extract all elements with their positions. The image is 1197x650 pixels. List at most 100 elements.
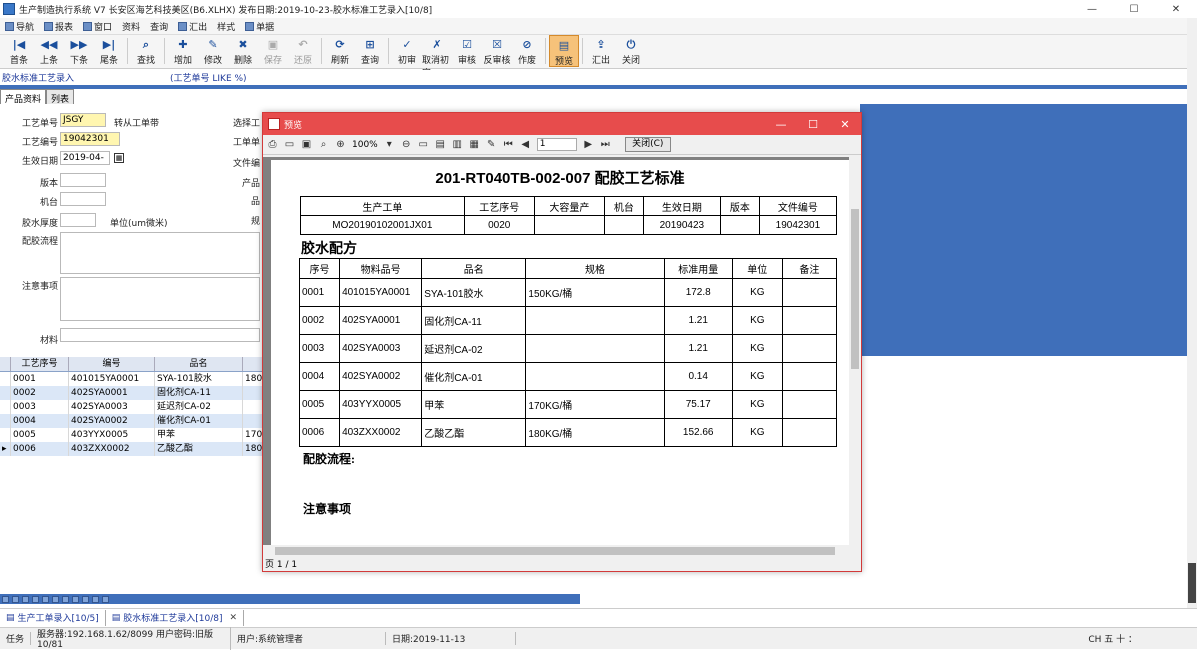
formula-cell-unit: KG: [731, 362, 783, 391]
flow-textarea[interactable]: [60, 232, 260, 274]
note-textarea[interactable]: [60, 277, 260, 321]
main-scrollbar-thumb[interactable]: [1188, 563, 1196, 603]
edit-page-icon[interactable]: ✎: [486, 139, 497, 150]
close-doc-button[interactable]: ⏻ 关闭: [616, 35, 646, 67]
last-record-button[interactable]: ▶| 尾条: [94, 35, 124, 67]
zoom-select[interactable]: 100%: [352, 140, 378, 150]
menu-document[interactable]: 单据: [240, 20, 279, 33]
menu-data[interactable]: 资料: [117, 20, 145, 33]
first-record-button[interactable]: |◀ 首条: [4, 35, 34, 67]
unapprove-button[interactable]: ☒ 反审核: [482, 35, 512, 67]
first-review-button[interactable]: ✓ 初审: [392, 35, 422, 67]
calendar-icon[interactable]: ▦: [114, 153, 124, 163]
undo-button[interactable]: ↶ 还原: [288, 35, 318, 67]
nav-delete-icon[interactable]: [72, 595, 79, 603]
nav-last-icon[interactable]: [52, 595, 59, 603]
tab-list[interactable]: 列表: [46, 89, 75, 105]
close-window-button[interactable]: ✕: [1155, 0, 1197, 18]
page-width-icon[interactable]: ▭: [418, 139, 429, 150]
maximize-button[interactable]: ☐: [1113, 0, 1155, 18]
save-file-icon[interactable]: ▣: [301, 139, 312, 150]
grid-header-extra[interactable]: [243, 357, 263, 371]
edit-button[interactable]: ✎ 修改: [198, 35, 228, 67]
close-tab-icon[interactable]: ✕: [230, 613, 238, 623]
zoom-dropdown-icon[interactable]: ▾: [384, 139, 395, 150]
menu-query[interactable]: 查询: [145, 20, 173, 33]
nav-post-icon[interactable]: [92, 595, 99, 603]
zoom-out-icon[interactable]: ⊖: [401, 139, 412, 150]
table-row[interactable]: 0005 403YYX0005 甲苯 170: [0, 428, 263, 442]
preview-close-button[interactable]: ✕: [829, 113, 861, 135]
refresh-button[interactable]: ⟳ 刷新: [325, 35, 355, 67]
nav-insert-icon[interactable]: [62, 595, 69, 603]
process-no-field[interactable]: JSGY: [60, 113, 106, 127]
grid-header-code[interactable]: 编号: [69, 357, 155, 371]
menu-style[interactable]: 样式: [212, 20, 240, 33]
preview-maximize-button[interactable]: ☐: [797, 113, 829, 135]
table-row[interactable]: 0003 402SYA0003 延迟剂CA-02: [0, 400, 263, 414]
next-record-button[interactable]: ▶▶ 下条: [64, 35, 94, 67]
find-text-icon[interactable]: ⌕: [318, 139, 329, 150]
cancel-first-review-button[interactable]: ✗取消初审: [422, 35, 452, 79]
preview-vscroll-thumb[interactable]: [851, 209, 859, 369]
next-page-icon[interactable]: ▶: [583, 139, 594, 150]
nav-edit-icon[interactable]: [82, 595, 89, 603]
machine-field[interactable]: [60, 192, 106, 206]
table-row[interactable]: 0004 402SYA0002 催化剂CA-01: [0, 414, 263, 428]
add-button[interactable]: ✚ 增加: [168, 35, 198, 67]
process-checkbox-label[interactable]: 转从工单带: [114, 116, 174, 129]
report-header-table: 生产工单 工艺序号 大容量产 机台 生效日期 版本 文件编号 MO20190102001JX…: [300, 196, 838, 235]
nav-first-icon[interactable]: [2, 595, 9, 603]
doc-tab-work-order[interactable]: ▤ 生产工单录入[10/5]: [0, 609, 106, 626]
grid-header-seq[interactable]: 工艺序号: [11, 357, 69, 371]
ime-indicator[interactable]: CH 五 十 ：: [1088, 632, 1197, 645]
find-button[interactable]: ⌕ 查找: [131, 35, 161, 67]
menu-export[interactable]: 汇出: [173, 20, 212, 33]
preview-hscroll[interactable]: [263, 545, 851, 557]
thickness-field[interactable]: [60, 213, 96, 227]
close-preview-button[interactable]: 关闭(C): [624, 137, 671, 152]
save-button[interactable]: ▣ 保存: [258, 35, 288, 67]
doc-tab-glue-standard[interactable]: ▤ 胶水标准工艺录入[10/8] ✕: [106, 609, 245, 626]
minimize-button[interactable]: —: [1071, 0, 1113, 18]
zoom-icon[interactable]: ⊕: [335, 139, 346, 150]
first-page-icon[interactable]: ⏮: [503, 139, 514, 150]
open-icon[interactable]: ▭: [284, 139, 295, 150]
approve-button[interactable]: ☑ 审核: [452, 35, 482, 67]
preview-minimize-button[interactable]: —: [765, 113, 797, 135]
query-button[interactable]: ⊞ 查询: [355, 35, 385, 67]
nav-prev-icon[interactable]: [22, 595, 29, 603]
tab-product-info[interactable]: 产品资料: [0, 89, 47, 105]
one-page-icon[interactable]: ▤: [435, 139, 446, 150]
nav-cancel-icon[interactable]: [102, 595, 109, 603]
effective-date-field[interactable]: 2019-04-23: [60, 151, 110, 165]
menu-window[interactable]: 窗口: [78, 20, 117, 33]
nav-next-page-icon[interactable]: [42, 595, 49, 603]
page-number-input[interactable]: 1: [536, 138, 577, 151]
multi-page-icon[interactable]: ▦: [469, 139, 480, 150]
preview-button[interactable]: ▤ 预览: [549, 35, 579, 67]
export-button[interactable]: ⇪ 汇出: [586, 35, 616, 67]
preview-hscroll-thumb[interactable]: [275, 547, 835, 555]
table-row[interactable]: 0001 401015YA0001 SYA-101胶水 180: [0, 372, 263, 386]
prev-record-button[interactable]: ◀◀ 上条: [34, 35, 64, 67]
version-field[interactable]: [60, 173, 106, 187]
void-button[interactable]: ⊘ 作废: [512, 35, 542, 67]
two-page-icon[interactable]: ▥: [452, 139, 463, 150]
material-field[interactable]: [60, 328, 260, 342]
table-row[interactable]: ▸ 0006 403ZXX0002 乙酸乙酯 180: [0, 442, 263, 456]
preview-vscroll[interactable]: [849, 157, 861, 545]
task-button[interactable]: 任务: [0, 632, 32, 645]
nav-prev-page-icon[interactable]: [12, 595, 19, 603]
main-scrollbar[interactable]: [1187, 18, 1197, 608]
print-icon[interactable]: ⎙: [267, 139, 278, 150]
prev-page-icon[interactable]: ◀: [520, 139, 531, 150]
last-page-icon[interactable]: ⏭: [600, 139, 611, 150]
menu-navigate[interactable]: 导航: [0, 20, 39, 33]
menu-report[interactable]: 报表: [39, 20, 78, 33]
table-row[interactable]: 0002 402SYA0001 固化剂CA-11: [0, 386, 263, 400]
grid-header-name[interactable]: 品名: [155, 357, 243, 371]
spec-no-field[interactable]: 19042301: [60, 132, 120, 146]
delete-button[interactable]: ✖ 删除: [228, 35, 258, 67]
nav-next-icon[interactable]: [32, 595, 39, 603]
